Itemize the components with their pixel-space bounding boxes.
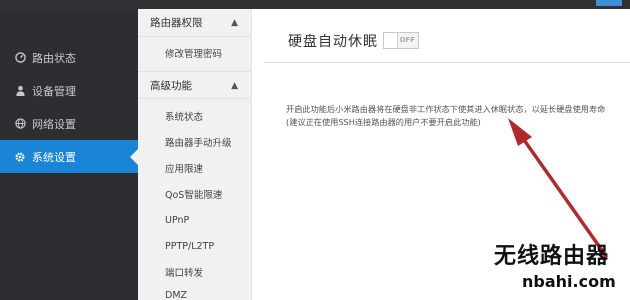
watermark-text: 无线路由器	[494, 243, 610, 269]
watermark-url: nbahi.com	[522, 272, 616, 291]
